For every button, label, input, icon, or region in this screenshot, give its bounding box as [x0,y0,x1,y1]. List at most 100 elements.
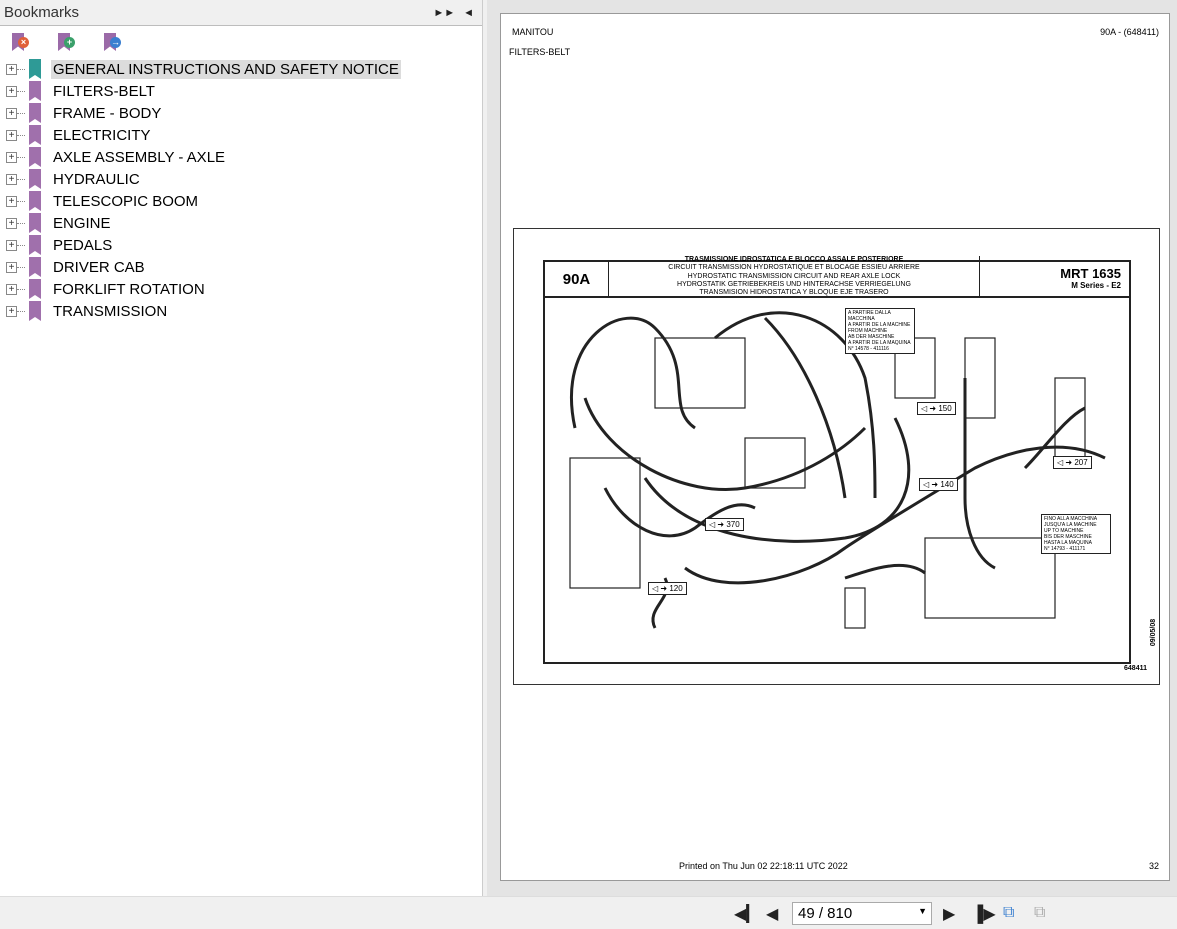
tree-connector [17,266,25,268]
bookmark-icon [29,235,41,255]
bookmark-label: ELECTRICITY [53,126,151,144]
sheet-title-line: CIRCUIT TRANSMISSION HYDROSTATIQUE ET BL… [668,264,920,272]
add-bookmark-button[interactable]: + [56,31,76,53]
tree-connector [17,90,25,92]
bookmark-icon [29,125,41,145]
bookmark-label: TELESCOPIC BOOM [53,192,199,210]
goto-bookmark-button[interactable]: → [102,31,122,53]
document-view: MANITOU 90A - (648411) FILTERS-BELT 90A … [487,0,1177,896]
bookmark-item[interactable]: + TELESCOPIC BOOM [6,190,482,212]
notice-from-machine: A PARTIRE DALLA MACCHINA A PARTIR DE LA M… [845,308,915,354]
expand-all-icon[interactable]: ►► [433,7,455,19]
tree-connector [17,200,25,202]
collapse-panel-icon[interactable]: ◄ [463,7,474,19]
expand-icon[interactable]: + [6,85,17,97]
bookmark-tree: + GENERAL INSTRUCTIONS AND SAFETY NOTICE +… [0,58,482,322]
bookmark-toolbar: × + → [0,26,482,58]
bookmark-icon [29,59,41,79]
bookmark-icon [29,301,41,321]
tree-connector [17,68,25,70]
bookmark-item[interactable]: + ELECTRICITY [6,124,482,146]
notice-line: A PARTIRE DALLA MACCHINA [848,310,891,322]
bookmark-icon [29,103,41,123]
ref-box: ◁ ➜ 140 [919,478,958,491]
ref-box: ◁ ➜ 207 [1053,456,1092,469]
bookmark-item[interactable]: + FRAME - BODY [6,102,482,124]
bookmark-label: GENERAL INSTRUCTIONS AND SAFETY NOTICE [51,59,401,79]
section-text: FILTERS-BELT [509,47,571,57]
sheet-titles: TRASMISSIONE IDROSTATICA E BLOCCO ASSALE… [609,256,979,297]
expand-icon[interactable]: + [6,305,17,317]
bookmark-label: FRAME - BODY [53,104,162,122]
bookmark-item[interactable]: + PEDALS [6,234,482,256]
bookmark-icon [29,169,41,189]
back-view-icon[interactable]: ⧉ [1003,904,1014,922]
sheet-title-line: TRASMISSIONE IDROSTATICA E BLOCCO ASSALE… [684,256,904,263]
tree-connector [17,310,25,312]
ref-box: ◁ ➜ 370 [705,518,744,531]
expand-icon[interactable]: + [6,283,17,295]
expand-icon[interactable]: + [6,107,17,119]
tree-connector [17,178,25,180]
next-page-icon[interactable]: ▶ [943,904,955,924]
bookmarks-panel: Bookmarks ►► ◄ × + → + GENERAL INSTRUCTIO… [0,0,483,896]
bookmark-item[interactable]: + DRIVER CAB [6,256,482,278]
previous-page-icon[interactable]: ◀ [766,904,778,924]
bookmark-label: FILTERS-BELT [53,82,155,100]
notice-to-machine: FINO ALLA MACCHINA JUSQU'A LA MACHINE UP T… [1041,514,1111,554]
bookmark-item[interactable]: + GENERAL INSTRUCTIONS AND SAFETY NOTICE [6,58,482,80]
last-page-icon[interactable]: ▐▶ [972,904,996,924]
model-name: MRT 1635 [1060,266,1121,281]
expand-icon[interactable]: + [6,239,17,251]
page-number: 32 [1148,861,1159,871]
navigation-toolbar: ◀▎ ◀ 49 / 810 ▼ ▶ ▐▶ ⧉ ⧉ [0,896,1177,929]
bookmark-label: ENGINE [53,214,111,232]
expand-icon[interactable]: + [6,261,17,273]
page-selector[interactable]: 49 / 810 ▼ [792,902,932,925]
bookmark-item[interactable]: + ENGINE [6,212,482,234]
remove-bookmark-button[interactable]: × [10,31,30,53]
tree-connector [17,156,25,158]
bookmark-icon [29,81,41,101]
bookmark-icon [29,147,41,167]
bookmark-label: HYDRAULIC [53,170,140,188]
hydraulic-schematic [569,311,1106,629]
expand-icon[interactable]: + [6,129,17,141]
expand-icon[interactable]: + [6,195,17,207]
brand-text: MANITOU [512,27,554,37]
drawing-number: 648411 [1124,665,1147,672]
bookmark-item[interactable]: + TRANSMISSION [6,300,482,322]
bookmark-item[interactable]: + FILTERS-BELT [6,80,482,102]
bookmarks-header: Bookmarks ►► ◄ [0,0,482,26]
expand-icon[interactable]: + [6,217,17,229]
model-series: M Series - E2 [1071,281,1121,290]
ref-box: ◁ ➜ 120 [648,582,687,595]
expand-icon[interactable]: + [6,151,17,163]
bookmark-item[interactable]: + HYDRAULIC [6,168,482,190]
tree-connector [17,222,25,224]
bookmark-label: TRANSMISSION [53,302,168,320]
tree-connector [17,244,25,246]
bookmark-label: DRIVER CAB [53,258,145,276]
bookmark-icon [29,191,41,211]
bookmark-icon [29,213,41,233]
expand-icon[interactable]: + [6,63,17,75]
ref-box: ◁ ➜ 150 [917,402,956,415]
first-page-icon[interactable]: ◀▎ [734,904,759,924]
tree-connector [17,134,25,136]
bookmark-item[interactable]: + AXLE ASSEMBLY - AXLE [6,146,482,168]
bookmark-label: PEDALS [53,236,113,254]
drawing-date: 09/05/08 [1149,618,1157,647]
tree-connector [17,288,25,290]
sheet-title-line: HYDROSTATIC TRANSMISSION CIRCUIT AND REA… [687,272,901,280]
parts-diagram: 90A TRASMISSIONE IDROSTATICA E BLOCCO AS… [513,228,1160,685]
tree-connector [17,112,25,114]
pdf-page: MANITOU 90A - (648411) FILTERS-BELT 90A … [500,13,1170,881]
page-ref: 90A - (648411) [1100,27,1159,37]
sheet-title-line: TRANSMISION HIDROSTATICA Y BLOQUE EJE TR… [699,289,889,297]
forward-view-icon[interactable]: ⧉ [1034,904,1045,922]
bookmark-item[interactable]: + FORKLIFT ROTATION [6,278,482,300]
expand-icon[interactable]: + [6,173,17,185]
notice-line: N° 14578 - 411116 [848,346,889,352]
page-display: 49 / 810 [798,905,853,922]
